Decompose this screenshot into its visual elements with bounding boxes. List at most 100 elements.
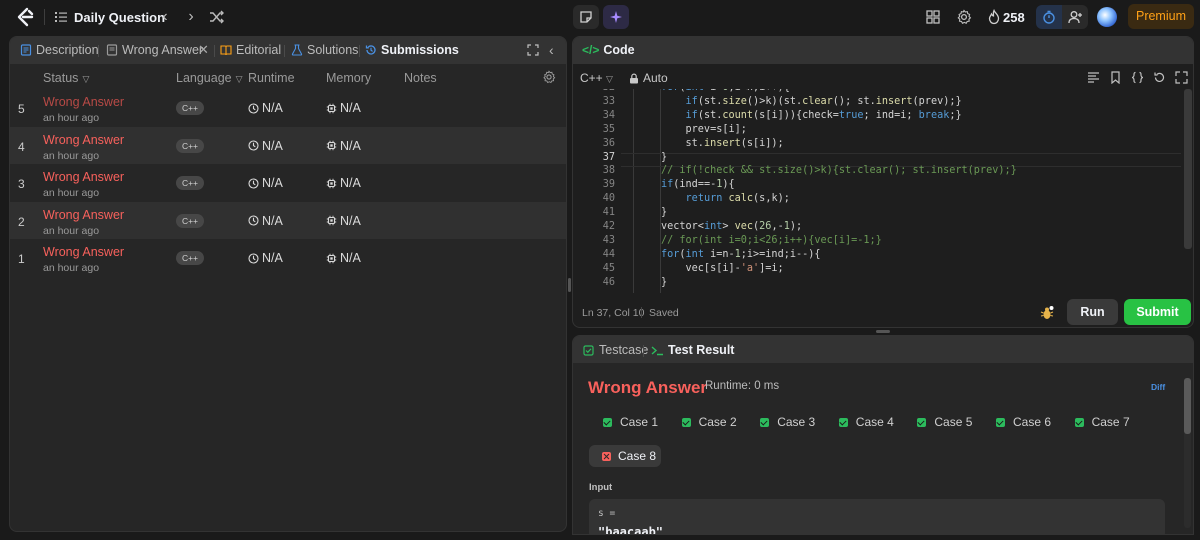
bookmark-icon[interactable] xyxy=(1109,71,1122,84)
language-badge: C++ xyxy=(176,213,204,228)
current-line-highlight xyxy=(621,152,1181,167)
indent-guide xyxy=(633,89,634,293)
code-line: st.insert(s[i]); xyxy=(661,137,784,149)
notes-button[interactable] xyxy=(573,5,599,29)
editorial-book-icon xyxy=(220,45,232,56)
passed-case-button[interactable]: Case 3 xyxy=(760,415,815,429)
debug-bug-icon[interactable] xyxy=(1039,305,1055,321)
language-select[interactable]: C++ ▽ xyxy=(580,71,613,85)
line-number: 43 xyxy=(602,234,615,246)
code-line: return calc(s,k); xyxy=(685,193,790,205)
tab-solutions-label: Solutions xyxy=(307,43,359,57)
braces-icon[interactable] xyxy=(1131,71,1144,84)
streak-count[interactable]: 258 xyxy=(1003,10,1025,25)
daily-question-title[interactable]: Daily Question xyxy=(74,10,165,25)
line-number: 45 xyxy=(602,262,615,274)
table-row[interactable]: 3 Wrong Answer an hour ago C++ N/A N/A xyxy=(10,164,566,201)
vertical-resize-handle[interactable] xyxy=(568,278,571,292)
submission-time: an hour ago xyxy=(43,112,100,124)
table-settings-gear-icon[interactable] xyxy=(542,70,556,84)
code-line: vector<int> vec(26,-1); xyxy=(661,221,803,232)
note-icon xyxy=(580,11,592,23)
submission-status[interactable]: Wrong Answer xyxy=(43,95,124,109)
clock-icon xyxy=(248,252,259,264)
fire-streak-icon[interactable] xyxy=(986,9,1002,25)
code-title-label: Code xyxy=(603,43,635,57)
run-button[interactable]: Run xyxy=(1067,299,1118,325)
solutions-flask-icon xyxy=(291,44,303,56)
failed-case-button[interactable]: Case 8 xyxy=(589,445,661,467)
row-number: 4 xyxy=(18,139,25,154)
passed-case-button[interactable]: Case 1 xyxy=(603,415,658,429)
tab-solutions[interactable]: Solutions xyxy=(291,43,358,57)
leetcode-logo-icon[interactable] xyxy=(14,7,36,27)
shuffle-icon[interactable] xyxy=(209,9,225,25)
settings-gear-icon[interactable] xyxy=(956,9,972,25)
passed-case-button[interactable]: Case 2 xyxy=(681,415,737,429)
clock-icon xyxy=(248,177,259,189)
tab-testcase[interactable]: Testcase xyxy=(583,343,648,357)
submission-status[interactable]: Wrong Answer xyxy=(43,208,124,222)
tab-submissions[interactable]: Submissions xyxy=(365,43,459,57)
result-runtime: Runtime: 0 ms xyxy=(705,380,780,392)
collapse-chevron-left-icon[interactable]: ‹ xyxy=(549,42,554,58)
code-line: } xyxy=(661,207,668,219)
grid-layout-icon[interactable] xyxy=(925,9,941,25)
invite-user-button[interactable] xyxy=(1062,5,1088,29)
add-user-icon xyxy=(1067,11,1082,24)
line-number: 42 xyxy=(602,221,615,232)
language-column-header[interactable]: Language ▽ xyxy=(176,71,243,85)
submission-status[interactable]: Wrong Answer xyxy=(43,170,124,184)
auto-mode-toggle[interactable]: Auto xyxy=(629,71,668,85)
stopwatch-icon xyxy=(1043,10,1055,24)
horizontal-resize-handle[interactable] xyxy=(876,330,890,333)
editor-scrollbar[interactable] xyxy=(1184,89,1192,249)
passed-case-button[interactable]: Case 4 xyxy=(838,415,894,429)
testcase-checkbox-icon xyxy=(583,344,594,356)
code-editor[interactable]: 32 for(int i=0;i<n;i++){33 if(st.size()>k… xyxy=(573,89,1183,293)
tab-editorial[interactable]: Editorial xyxy=(220,43,281,57)
premium-button[interactable]: Premium xyxy=(1128,4,1194,29)
diff-toggle[interactable]: Diff xyxy=(1151,382,1165,392)
result-panel-header: Testcase Test Result xyxy=(573,336,1193,363)
tab-submissions-label: Submissions xyxy=(381,43,459,57)
submission-status[interactable]: Wrong Answer xyxy=(43,245,124,259)
problem-list-icon[interactable] xyxy=(54,10,68,24)
table-row[interactable]: 4 Wrong Answer an hour ago C++ N/A N/A xyxy=(10,126,566,164)
prev-problem-chevron-left-icon[interactable]: ‹ xyxy=(156,8,174,26)
ai-assistant-button[interactable] xyxy=(603,5,629,29)
submit-button[interactable]: Submit xyxy=(1124,299,1191,325)
fullscreen-icon[interactable] xyxy=(1175,71,1188,84)
line-number: 36 xyxy=(602,137,615,149)
user-avatar[interactable] xyxy=(1097,7,1117,27)
memory-chip-icon xyxy=(326,253,337,263)
table-row[interactable]: 1 Wrong Answer an hour ago C++ N/A N/A xyxy=(10,239,566,276)
maximize-icon[interactable] xyxy=(527,44,539,56)
timer-button[interactable] xyxy=(1036,5,1062,29)
row-number: 3 xyxy=(18,177,25,191)
tab-test-result[interactable]: Test Result xyxy=(651,343,734,357)
tab-description[interactable]: Description xyxy=(20,43,99,57)
tab-wrong-answer-label: Wrong Answer xyxy=(122,43,204,57)
passed-case-button[interactable]: Case 5 xyxy=(917,415,972,429)
notes-column-header: Notes xyxy=(404,71,437,85)
format-code-icon[interactable] xyxy=(1087,71,1100,84)
chevron-down-icon: ▽ xyxy=(606,74,613,84)
table-row[interactable]: 2 Wrong Answer an hour ago C++ N/A N/A xyxy=(10,201,566,239)
passed-case-button[interactable]: Case 7 xyxy=(1074,415,1130,429)
close-tab-icon[interactable]: ✕ xyxy=(198,42,209,58)
code-line: } xyxy=(661,276,668,288)
passed-case-button[interactable]: Case 6 xyxy=(996,415,1051,429)
next-problem-chevron-right-icon[interactable]: › xyxy=(182,8,200,26)
pass-check-icon xyxy=(681,417,691,427)
submission-time: an hour ago xyxy=(43,262,100,274)
row-number: 1 xyxy=(18,252,25,266)
tab-wrong-answer[interactable]: Wrong Answer xyxy=(106,43,203,57)
result-scrollbar-thumb[interactable] xyxy=(1184,378,1191,434)
table-row[interactable]: 5 Wrong Answer an hour ago C++ N/A N/A xyxy=(10,89,566,126)
reset-code-icon[interactable] xyxy=(1153,71,1166,84)
language-badge: C++ xyxy=(176,138,204,153)
code-line: for(int i=n-1;i>=ind;i--){ xyxy=(661,248,821,260)
submission-status[interactable]: Wrong Answer xyxy=(43,133,124,147)
status-column-header[interactable]: Status ▽ xyxy=(43,71,89,85)
